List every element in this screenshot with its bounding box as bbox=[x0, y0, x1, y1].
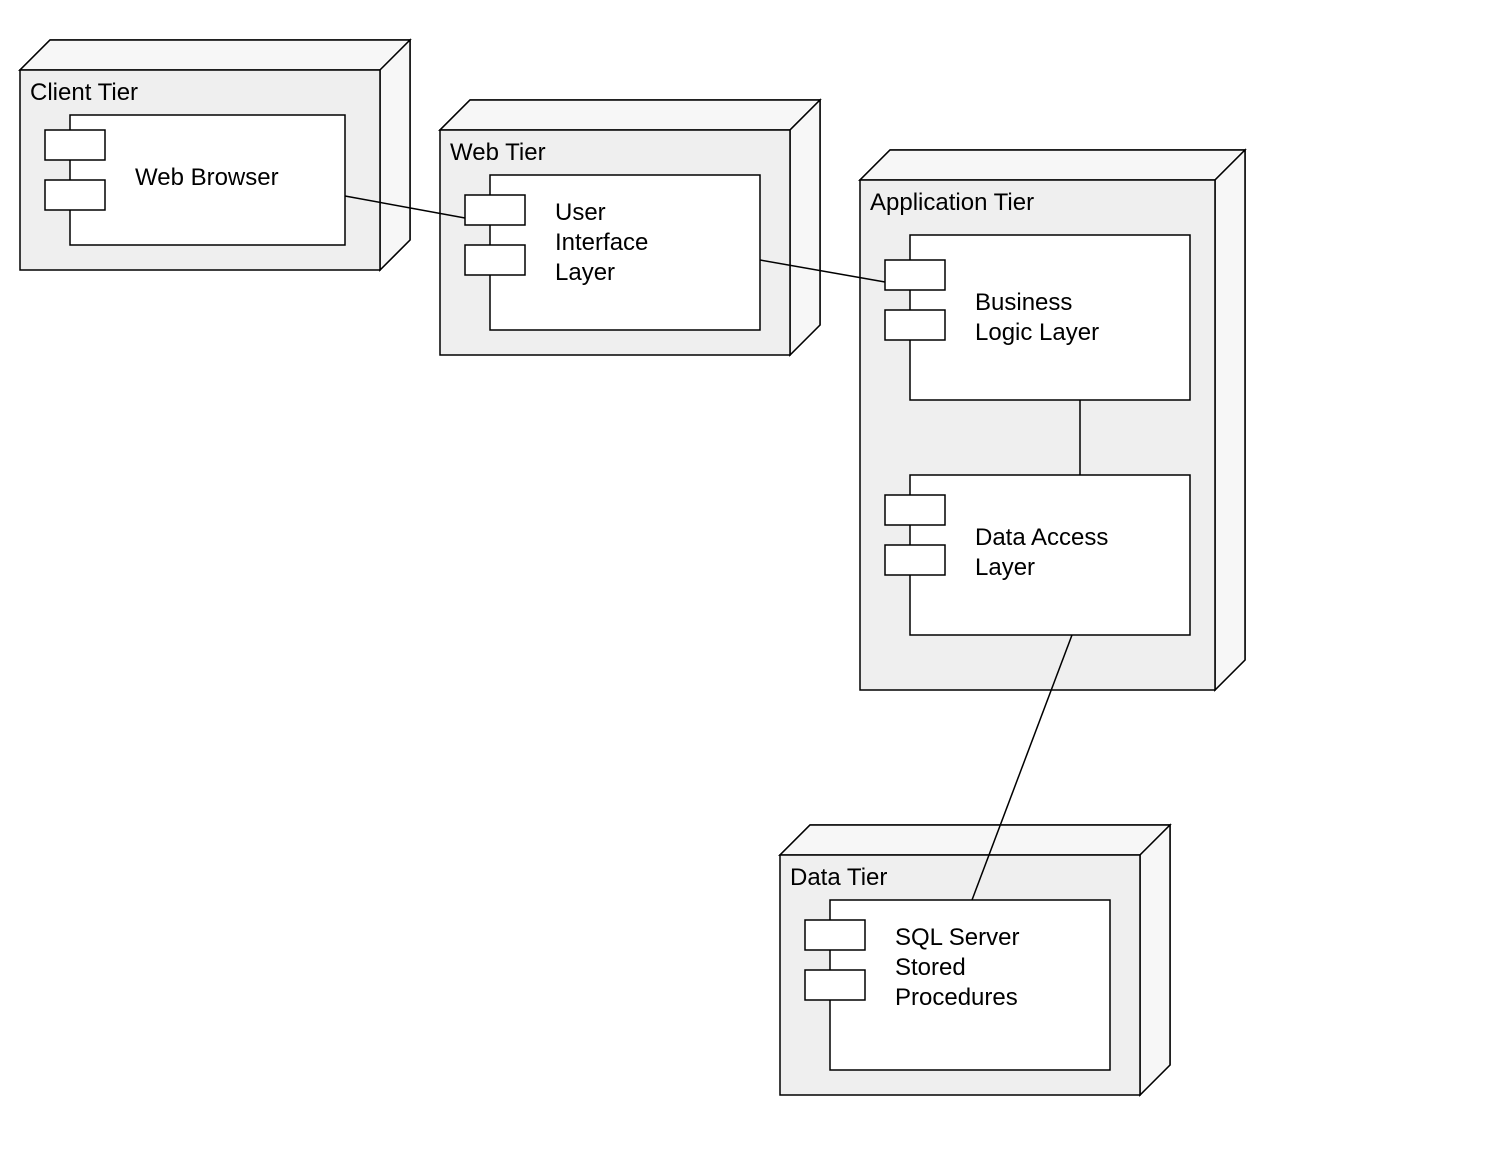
component-web-browser-label: Web Browser bbox=[135, 164, 279, 191]
node-data-tier: Data Tier SQL Server Stored Procedures bbox=[780, 825, 1170, 1095]
component-business-logic-label-2: Logic Layer bbox=[975, 319, 1099, 346]
node-application-tier-label: Application Tier bbox=[870, 189, 1034, 216]
component-sql-label-2: Stored bbox=[895, 954, 966, 981]
component-sql-label-3: Procedures bbox=[895, 984, 1018, 1011]
node-data-tier-label: Data Tier bbox=[790, 864, 887, 891]
deployment-diagram: Client Tier Web Browser Web Tier User In… bbox=[0, 0, 1500, 1176]
node-web-tier-label: Web Tier bbox=[450, 139, 546, 166]
component-ui-layer: User Interface Layer bbox=[465, 175, 760, 330]
node-client-tier: Client Tier Web Browser bbox=[20, 40, 410, 270]
component-web-browser: Web Browser bbox=[45, 115, 345, 245]
component-sql: SQL Server Stored Procedures bbox=[805, 900, 1110, 1070]
component-data-access: Data Access Layer bbox=[885, 475, 1190, 635]
component-sql-label-1: SQL Server bbox=[895, 924, 1020, 951]
component-business-logic-label-1: Business bbox=[975, 289, 1072, 316]
component-ui-layer-label-2: Interface bbox=[555, 229, 648, 256]
component-ui-layer-label-1: User bbox=[555, 199, 606, 226]
component-business-logic: Business Logic Layer bbox=[885, 235, 1190, 400]
component-data-access-label-1: Data Access bbox=[975, 524, 1108, 551]
node-application-tier: Application Tier Business Logic Layer Da… bbox=[860, 150, 1245, 690]
component-ui-layer-label-3: Layer bbox=[555, 259, 615, 286]
component-data-access-label-2: Layer bbox=[975, 554, 1035, 581]
node-client-tier-label: Client Tier bbox=[30, 79, 138, 106]
node-web-tier: Web Tier User Interface Layer bbox=[440, 100, 820, 355]
